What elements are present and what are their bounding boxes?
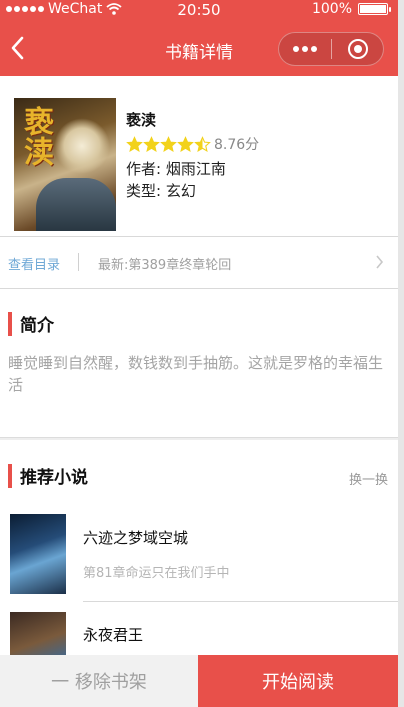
rating-score: 8.76分 — [214, 137, 260, 153]
star-icon — [194, 135, 211, 152]
star-icon — [126, 135, 143, 152]
bottom-bar: 一 移除书架 开始阅读 — [0, 655, 398, 707]
intro-title: 简介 — [20, 316, 54, 336]
close-icon — [347, 39, 368, 59]
book-name: 亵渎 — [126, 111, 157, 129]
rating: 8.76分 — [126, 134, 259, 154]
book-cover: 亵渎 — [14, 98, 116, 231]
list-item[interactable]: 六迹之梦域空城 第81章命运只在我们手中 — [0, 510, 398, 602]
start-reading-button[interactable]: 开始阅读 — [198, 655, 398, 707]
refresh-button[interactable]: 换一换 — [349, 469, 388, 488]
rec-cover — [10, 514, 66, 594]
author: 作者: 烟雨江南 — [126, 160, 226, 178]
recommend-title: 推荐小说 — [20, 468, 88, 488]
book-info: 亵渎 — [0, 76, 398, 236]
battery-percent: 100% — [311, 1, 352, 17]
rec-title: 六迹之梦域空城 — [83, 529, 189, 547]
more-icon[interactable] — [279, 33, 331, 65]
star-icon — [160, 135, 177, 152]
rec-subtitle: 第81章命运只在我们手中 — [83, 566, 230, 581]
star-icon — [143, 135, 160, 152]
star-icon — [177, 135, 194, 152]
genre: 类型: 玄幻 — [126, 182, 196, 200]
catalog-separator — [78, 253, 79, 271]
heading-bar — [8, 463, 12, 488]
chevron-right-icon — [376, 255, 384, 269]
status-bar: WeChat 20:50 100% — [0, 0, 398, 22]
divider — [0, 288, 398, 289]
catalog-row[interactable]: 查看目录 最新:第389章终章轮回 — [0, 237, 398, 288]
view-catalog-link[interactable]: 查看目录 — [8, 254, 60, 273]
rec-title: 永夜君王 — [83, 626, 144, 644]
heading-bar — [8, 311, 12, 336]
latest-chapter[interactable]: 最新:第389章终章轮回 — [98, 254, 231, 273]
battery-group: 100% — [311, 1, 391, 17]
remove-from-shelf-button[interactable]: 一 移除书架 — [0, 655, 198, 707]
capsule-menu — [278, 32, 384, 66]
close-button[interactable] — [332, 33, 383, 65]
intro-heading: 简介 — [8, 311, 54, 336]
intro-text: 睡觉睡到自然醒，数钱数到手抽筋。这就是罗格的幸福生活 — [8, 354, 384, 394]
rating-stars — [126, 135, 211, 153]
battery-icon — [358, 3, 391, 15]
cover-title: 亵渎 — [18, 106, 53, 166]
section-gap — [0, 437, 398, 440]
recommend-heading: 推荐小说 — [8, 463, 88, 488]
header: WeChat 20:50 100% 书籍详情 — [0, 0, 398, 76]
nav-bar: 书籍详情 — [0, 22, 398, 76]
scroll-edge — [398, 0, 404, 707]
